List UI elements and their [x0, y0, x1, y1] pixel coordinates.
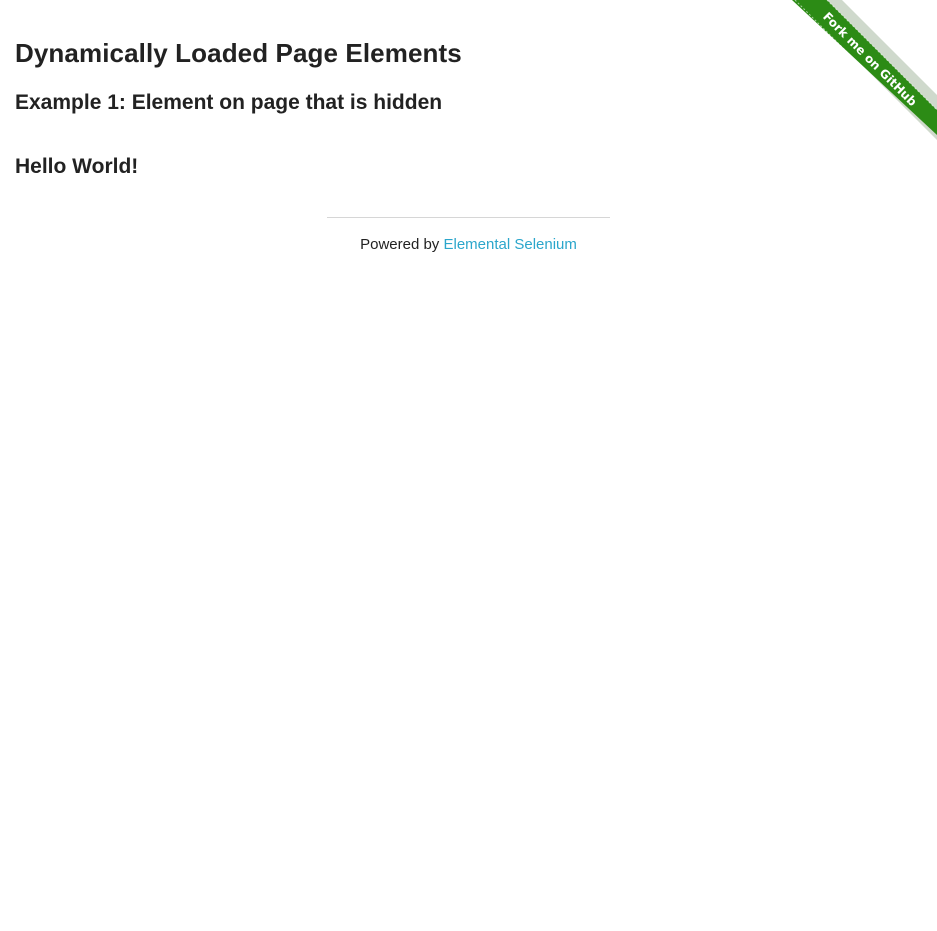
fork-me-on-github-ribbon[interactable]: Fork me on GitHub [787, 0, 937, 150]
hello-world-text: Hello World! [15, 155, 139, 178]
ribbon-label: Fork me on GitHub [820, 9, 920, 109]
ribbon-band [792, 0, 937, 135]
page-title: Dynamically Loaded Page Elements [15, 38, 462, 68]
footer-prefix: Powered by [360, 236, 444, 253]
footer: Powered by Elemental Selenium [327, 217, 610, 253]
example-heading: Example 1: Element on page that is hidde… [15, 91, 443, 114]
ribbon-graphic: Fork me on GitHub [792, 0, 937, 143]
elemental-selenium-link[interactable]: Elemental Selenium [443, 236, 576, 253]
